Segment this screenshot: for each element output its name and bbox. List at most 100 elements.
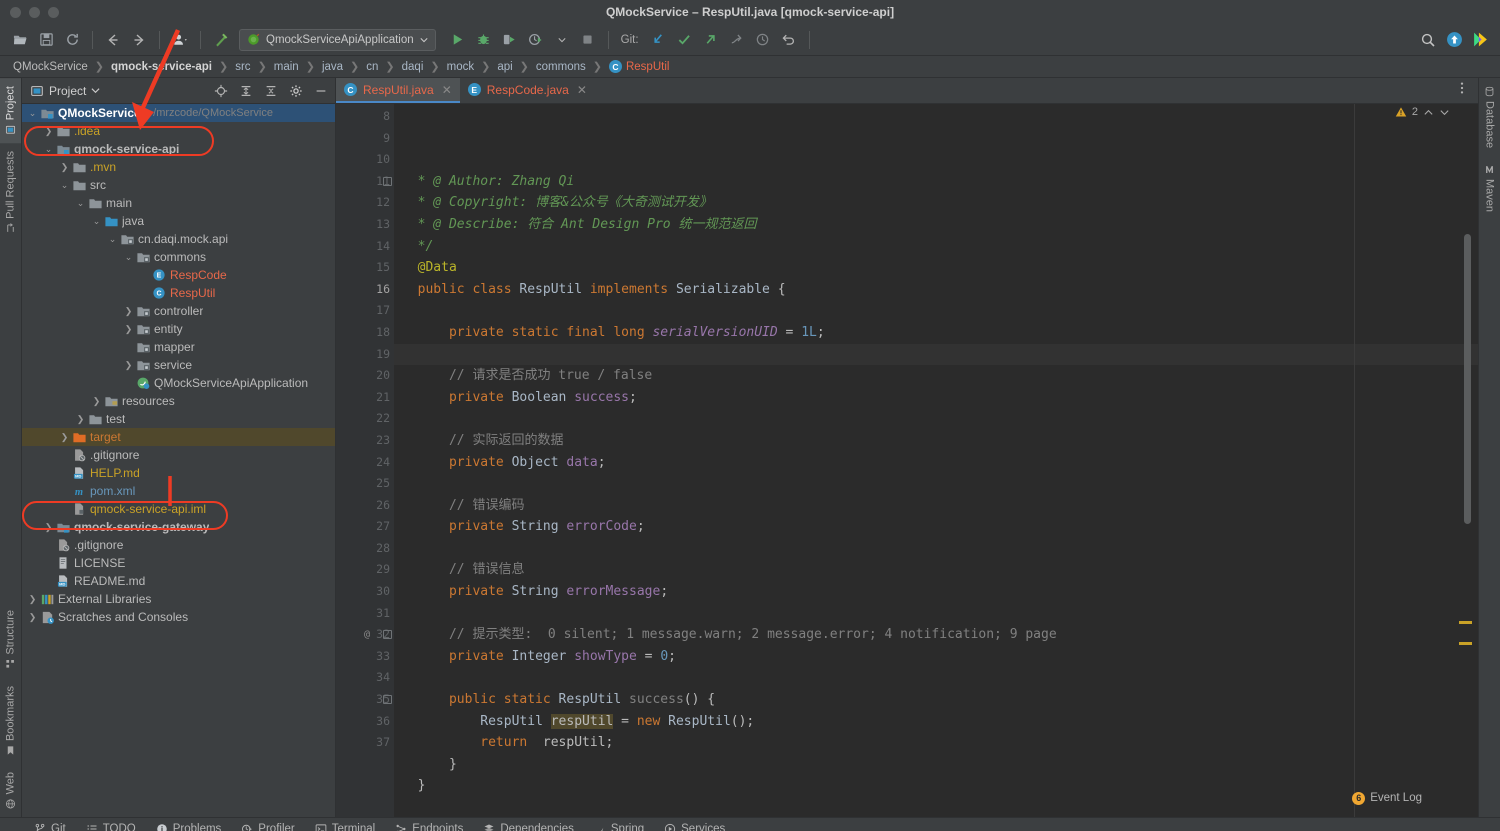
gutter-line-19[interactable]: 19: [336, 344, 394, 366]
build-hammer-icon[interactable]: [209, 28, 233, 52]
breadcrumb-item[interactable]: cn: [363, 61, 381, 73]
tool-window-problems[interactable]: Problems: [146, 818, 232, 831]
chevron-down-icon[interactable]: [550, 28, 574, 52]
git-update-project-icon[interactable]: [647, 28, 671, 52]
git-cherry-pick-icon[interactable]: [725, 28, 749, 52]
gutter-line-13[interactable]: 13: [336, 214, 394, 236]
gutter-line-37[interactable]: 37: [336, 732, 394, 754]
gutter-line-17[interactable]: 17: [336, 300, 394, 322]
close-icon[interactable]: ✕: [442, 83, 452, 97]
code-line-14[interactable]: [394, 300, 1478, 322]
tree-node-resources[interactable]: ❯ resources: [22, 392, 335, 410]
tool-window-todo[interactable]: TODO: [76, 818, 146, 831]
collapse-all-icon[interactable]: [261, 81, 281, 101]
window-controls[interactable]: [0, 6, 59, 18]
gutter-line-12[interactable]: 12: [336, 192, 394, 214]
tree-expand-arrow[interactable]: ⌄: [122, 252, 135, 263]
editor-tab-respcode[interactable]: E RespCode.java ✕: [460, 78, 595, 103]
code-editor[interactable]: 8 9 10 11 12 13 14 15 16 17 18 19 20 21 22 23 24 25 26 27 28…: [336, 104, 1478, 817]
sidebar-item-project[interactable]: Project: [0, 78, 21, 144]
forward-arrow-icon[interactable]: [127, 28, 151, 52]
back-arrow-icon[interactable]: [101, 28, 125, 52]
editor-tab-resputil[interactable]: C RespUtil.java ✕: [336, 78, 460, 103]
code-line-34[interactable]: return respUtil;: [394, 732, 1478, 754]
tree-expand-arrow[interactable]: ⌄: [42, 144, 55, 155]
code-line-10[interactable]: * @ Describe: 符合 Ant Design Pro 统一规范返回: [394, 214, 1478, 236]
sync-icon[interactable]: [60, 28, 84, 52]
gutter-line-24[interactable]: 24: [336, 452, 394, 474]
sidebar-item-maven[interactable]: Maven: [1479, 156, 1500, 220]
code-line-9[interactable]: * @ Copyright: 博客&公众号《大奇测试开发》: [394, 192, 1478, 214]
tool-window-profiler[interactable]: Profiler: [231, 818, 304, 831]
gutter-line-29[interactable]: 29: [336, 559, 394, 581]
tree-node-test[interactable]: ❯ test: [22, 410, 335, 428]
inspection-widget[interactable]: 2: [1395, 106, 1450, 118]
code-line-33[interactable]: RespUtil respUtil = new RespUtil();: [394, 711, 1478, 733]
tree-node-resputil[interactable]: C RespUtil: [22, 284, 335, 302]
tree-node-qmock-service-api[interactable]: ⌄ qmock-service-api: [22, 140, 335, 158]
breadcrumb-item[interactable]: daqi: [399, 61, 427, 73]
tree-node-respcode[interactable]: E RespCode: [22, 266, 335, 284]
gutter-line-36[interactable]: 36: [336, 711, 394, 733]
locate-target-icon[interactable]: [211, 81, 231, 101]
breadcrumb-item[interactable]: src: [232, 61, 253, 73]
gutter-line-11[interactable]: 11: [336, 171, 394, 193]
tree-node-scratches-and-consoles[interactable]: ❯ Scratches and Consoles: [22, 608, 335, 626]
sidebar-item-web[interactable]: Web: [0, 764, 21, 817]
code-fold-marker[interactable]: [383, 695, 392, 705]
tree-node-license[interactable]: LICENSE: [22, 554, 335, 572]
tool-window-endpoints[interactable]: Endpoints: [385, 818, 473, 831]
gutter-line-8[interactable]: 8: [336, 106, 394, 128]
gutter-line-34[interactable]: 34: [336, 667, 394, 689]
stop-icon[interactable]: [576, 28, 600, 52]
tool-window-services[interactable]: Services: [654, 818, 735, 831]
code-line-12[interactable]: @Data: [394, 257, 1478, 279]
tree-node-qmockservice[interactable]: ⌄ QMockService ~/mrzcode/QMockService: [22, 104, 335, 122]
tree-expand-arrow[interactable]: ❯: [122, 306, 135, 317]
code-line-26[interactable]: // 错误信息: [394, 559, 1478, 581]
tree-node-service[interactable]: ❯ service: [22, 356, 335, 374]
code-line-16[interactable]: [394, 343, 1478, 366]
tree-node-cn-daqi-mock-api[interactable]: ⌄ cn.daqi.mock.api: [22, 230, 335, 248]
tree-node-pom-xml[interactable]: m pom.xml: [22, 482, 335, 500]
tree-expand-arrow[interactable]: ⌄: [58, 180, 71, 191]
code-line-36[interactable]: }: [394, 775, 1478, 797]
profiler-run-icon[interactable]: [524, 28, 548, 52]
sidebar-item-database[interactable]: Database: [1479, 78, 1500, 156]
sidebar-item-bookmarks[interactable]: Bookmarks: [0, 678, 21, 764]
code-fold-marker[interactable]: [383, 630, 392, 640]
tree-expand-arrow[interactable]: ⌄: [90, 216, 103, 227]
user-profile-icon[interactable]: [168, 28, 192, 52]
sidebar-item-pull-requests[interactable]: Pull Requests: [0, 143, 21, 242]
update-available-icon[interactable]: [1442, 28, 1466, 52]
hide-panel-icon[interactable]: [311, 81, 331, 101]
maximize-window-button[interactable]: [48, 6, 59, 18]
breadcrumb-item[interactable]: java: [319, 61, 346, 73]
tree-node--idea[interactable]: ❯ .idea: [22, 122, 335, 140]
tree-node-mapper[interactable]: mapper: [22, 338, 335, 356]
code-line-15[interactable]: private static final long serialVersionU…: [394, 322, 1478, 344]
run-icon[interactable]: [446, 28, 470, 52]
editor-scrollbar[interactable]: [1459, 104, 1474, 817]
git-push-icon[interactable]: [699, 28, 723, 52]
gutter-line-14[interactable]: 14: [336, 236, 394, 258]
breadcrumb-item[interactable]: QMockService: [10, 61, 91, 73]
git-history-icon[interactable]: [751, 28, 775, 52]
scrollbar-thumb[interactable]: [1464, 234, 1471, 524]
code-line-31[interactable]: [394, 667, 1478, 689]
minimize-window-button[interactable]: [29, 6, 40, 18]
code-line-37[interactable]: [394, 797, 1478, 817]
tool-window-dependencies[interactable]: Dependencies: [473, 818, 584, 831]
gutter-line-26[interactable]: 26: [336, 495, 394, 517]
close-window-button[interactable]: [10, 6, 21, 18]
chevron-down-icon[interactable]: [91, 86, 100, 95]
tree-node-qmockserviceapiapplication[interactable]: QMockServiceApiApplication: [22, 374, 335, 392]
code-line-29[interactable]: // 提示类型: 0 silent; 1 message.warn; 2 mes…: [394, 624, 1478, 646]
gutter-line-27[interactable]: 27: [336, 516, 394, 538]
code-line-18[interactable]: private Boolean success;: [394, 387, 1478, 409]
code-line-19[interactable]: [394, 408, 1478, 430]
chevron-up-icon[interactable]: [1423, 107, 1434, 118]
editor-options-icon[interactable]: [1452, 78, 1472, 98]
git-rollback-icon[interactable]: [777, 28, 801, 52]
tree-node-target[interactable]: ❯ target: [22, 428, 335, 446]
